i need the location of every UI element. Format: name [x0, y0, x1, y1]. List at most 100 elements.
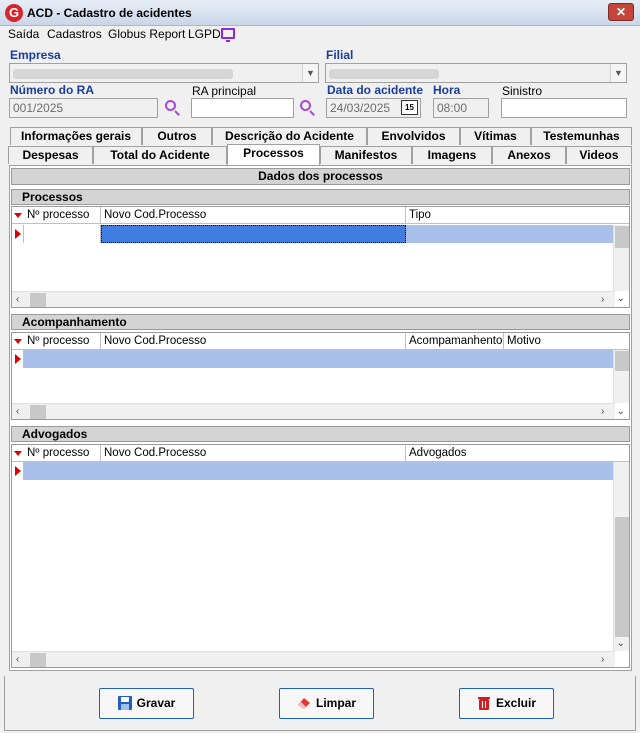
empresa-value-redacted — [13, 69, 233, 79]
acompanhamento-grid: Nº processo Novo Cod.Processo Acompamanh… — [11, 332, 630, 420]
monitor-icon[interactable] — [221, 28, 235, 42]
menu-saida[interactable]: Saída — [8, 27, 39, 41]
tab-anexos[interactable]: Anexos — [492, 146, 566, 164]
tab-envolvidos[interactable]: Envolvidos — [367, 127, 460, 145]
menu-lgpd[interactable]: LGPD — [188, 27, 221, 41]
sort-indicator-icon — [14, 451, 22, 456]
row-pointer-icon — [12, 225, 24, 243]
col-advogados[interactable]: Advogados — [406, 445, 615, 462]
chevron-left-icon[interactable]: ‹ — [16, 406, 19, 417]
horizontal-scrollbar[interactable] — [12, 403, 615, 419]
row-pointer-icon — [12, 462, 24, 480]
col-tipo[interactable]: Tipo — [406, 207, 615, 224]
delete-button[interactable]: Excluir — [459, 688, 554, 719]
chevron-down-icon[interactable]: ⌄ — [617, 638, 625, 649]
sinistro-label: Sinistro — [502, 84, 543, 98]
grid-header: Nº processo Novo Cod.Processo Tipo — [12, 207, 629, 224]
sort-indicator-icon — [14, 339, 22, 344]
dados-processos-header: Dados dos processos — [11, 168, 630, 185]
sinistro-field[interactable] — [501, 98, 627, 118]
tab-testemunhas[interactable]: Testemunhas — [531, 127, 632, 145]
numero-ra-label: Número do RA — [10, 83, 94, 97]
tab-outros[interactable]: Outros — [142, 127, 212, 145]
col-motivo[interactable]: Motivo — [504, 333, 615, 350]
chevron-left-icon[interactable]: ‹ — [16, 654, 19, 665]
menu-globus-report[interactable]: Globus Report — [108, 27, 185, 41]
eraser-icon — [297, 697, 310, 709]
col-nprocesso[interactable]: Nº processo — [12, 445, 101, 462]
tab-processos[interactable]: Processos — [227, 144, 320, 165]
tab-informacoes-gerais[interactable]: Informações gerais — [10, 127, 142, 145]
clear-button[interactable]: Limpar — [279, 688, 374, 719]
horizontal-scrollbar[interactable] — [12, 291, 615, 307]
ra-principal-field[interactable] — [191, 98, 294, 118]
calendar-icon[interactable]: 15 — [401, 100, 418, 115]
floppy-disk-icon — [117, 695, 132, 710]
scroll-thumb[interactable] — [615, 226, 629, 248]
scroll-thumb[interactable] — [30, 653, 46, 667]
tab-manifestos[interactable]: Manifestos — [320, 146, 412, 164]
vertical-scrollbar[interactable] — [613, 462, 629, 651]
cell-novo-cod[interactable] — [101, 225, 406, 243]
data-acidente-label: Data do acidente — [327, 83, 424, 97]
tab-despesas[interactable]: Despesas — [8, 146, 93, 164]
processos-grid: Nº processo Novo Cod.Processo Tipo ⌄ ‹ › — [11, 206, 630, 308]
col-novo-cod[interactable]: Novo Cod.Processo — [101, 207, 406, 224]
hora-field[interactable]: 08:00 — [433, 98, 489, 118]
chevron-right-icon[interactable]: › — [601, 294, 604, 305]
cell-nprocesso[interactable] — [24, 225, 101, 243]
grid-header: Nº processo Novo Cod.Processo Acompamanh… — [12, 333, 629, 350]
close-button[interactable]: ✕ — [608, 3, 634, 21]
search-icon[interactable] — [164, 99, 182, 117]
tab-descricao-acidente[interactable]: Descrição do Acidente — [212, 127, 367, 145]
processos-section-title: Processos — [11, 189, 630, 205]
acompanhamento-section-title: Acompanhamento — [11, 314, 630, 330]
row-pointer-icon — [12, 350, 24, 368]
sort-indicator-icon — [14, 213, 22, 218]
col-novo-cod[interactable]: Novo Cod.Processo — [101, 445, 406, 462]
vertical-scrollbar[interactable] — [613, 225, 629, 291]
table-row[interactable] — [12, 462, 615, 480]
scroll-thumb[interactable] — [615, 517, 629, 637]
chevron-down-icon[interactable]: ▼ — [302, 64, 318, 82]
app-logo-icon: G — [5, 4, 23, 22]
chevron-down-icon[interactable]: ⌄ — [617, 293, 625, 304]
save-button[interactable]: Gravar — [99, 688, 194, 719]
title-bar: G ACD - Cadastro de acidentes ✕ — [0, 0, 640, 26]
table-row[interactable] — [12, 225, 615, 243]
numero-ra-field[interactable]: 001/2025 — [9, 98, 158, 118]
tab-imagens[interactable]: Imagens — [412, 146, 492, 164]
chevron-down-icon[interactable]: ▼ — [610, 64, 626, 82]
col-novo-cod[interactable]: Novo Cod.Processo — [101, 333, 406, 350]
tab-videos[interactable]: Videos — [566, 146, 632, 164]
table-row[interactable] — [12, 350, 615, 368]
menu-cadastros[interactable]: Cadastros — [47, 27, 102, 41]
empresa-label: Empresa — [10, 48, 61, 62]
advogados-section-title: Advogados — [11, 426, 630, 442]
filial-value-redacted — [329, 69, 439, 79]
hora-label: Hora — [433, 83, 461, 97]
scroll-thumb[interactable] — [30, 405, 46, 419]
chevron-down-icon[interactable]: ⌄ — [617, 406, 625, 417]
empresa-select[interactable]: ▼ — [9, 63, 319, 83]
col-nprocesso[interactable]: Nº processo — [12, 333, 101, 350]
scroll-thumb[interactable] — [615, 351, 629, 371]
filial-label: Filial — [326, 48, 354, 62]
vertical-scrollbar[interactable] — [613, 350, 629, 403]
col-acompanhamento[interactable]: Acompamanhento — [406, 333, 504, 350]
col-nprocesso[interactable]: Nº processo — [12, 207, 101, 224]
scroll-thumb[interactable] — [30, 293, 46, 307]
window-title: ACD - Cadastro de acidentes — [27, 6, 192, 20]
trash-icon — [477, 696, 490, 710]
horizontal-scrollbar[interactable] — [12, 651, 615, 667]
advogados-grid: Nº processo Novo Cod.Processo Advogados … — [11, 444, 630, 668]
ra-principal-label: RA principal — [192, 84, 257, 98]
search-icon[interactable] — [299, 99, 317, 117]
chevron-left-icon[interactable]: ‹ — [16, 294, 19, 305]
chevron-right-icon[interactable]: › — [601, 406, 604, 417]
chevron-right-icon[interactable]: › — [601, 654, 604, 665]
tab-total-acidente[interactable]: Total do Acidente — [93, 146, 227, 164]
menu-bar: Saída Cadastros Globus Report LGPD — [0, 26, 640, 44]
tab-vitimas[interactable]: Vítimas — [460, 127, 531, 145]
filial-select[interactable]: ▼ — [325, 63, 627, 83]
